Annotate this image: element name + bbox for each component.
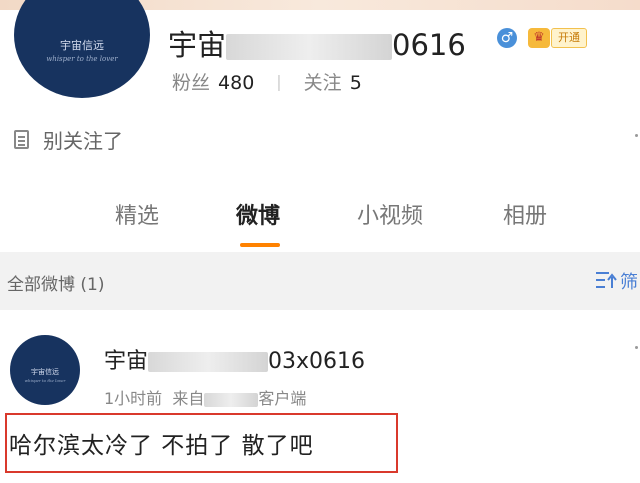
username-suffix: 0616	[392, 28, 466, 62]
vip-open-button[interactable]: ♛ 开通	[528, 27, 587, 49]
following-stat[interactable]: 关注 5	[304, 68, 362, 95]
tab-featured[interactable]: 精选	[115, 198, 159, 230]
post-time: 1小时前	[104, 389, 163, 408]
filter-bar: 全部微博 (1) 筛	[0, 252, 640, 310]
fans-label: 粉丝	[172, 72, 211, 94]
crown-icon: ♛	[528, 28, 550, 48]
post-avatar-sub-text: whisper to the lover	[24, 378, 66, 383]
document-icon	[14, 130, 29, 149]
post-author-name[interactable]: 宇宙 03x0616	[104, 343, 365, 375]
post-author-prefix: 宇宙	[104, 349, 149, 374]
tab-short-video[interactable]: 小视频	[357, 198, 423, 230]
post-source-suffix: 客户端	[258, 389, 307, 408]
post-source-blurred	[204, 392, 259, 407]
tab-weibo[interactable]: 微博	[236, 198, 280, 230]
post-avatar-brand-text: 宇宙信远	[31, 368, 59, 376]
male-icon: ♂	[497, 28, 517, 48]
following-label: 关注	[303, 72, 342, 94]
sort-filter-icon[interactable]	[595, 270, 617, 290]
post-source-prefix: 来自	[172, 389, 205, 408]
post-more-dot[interactable]	[635, 346, 638, 349]
more-dot	[635, 134, 638, 137]
vip-open-label: 开通	[551, 28, 587, 48]
stats-separator: |	[276, 72, 282, 91]
bio-text: 别关注了	[43, 129, 123, 153]
all-weibo-count[interactable]: 全部微博 (1)	[7, 270, 104, 295]
profile-username: 宇宙 0616	[168, 22, 466, 64]
fans-stat[interactable]: 粉丝 480	[172, 68, 254, 95]
profile-stats: 粉丝 480 | 关注 5	[172, 68, 362, 95]
following-count: 5	[349, 72, 362, 94]
post-author-avatar[interactable]: 宇宙信远 whisper to the lover	[10, 335, 80, 405]
profile-bio: 别关注了	[14, 125, 123, 154]
avatar-sub-text: whisper to the lover	[46, 55, 118, 63]
username-blurred	[226, 34, 393, 60]
profile-avatar[interactable]: 宇宙信远 whisper to the lover	[14, 0, 150, 98]
post-author-suffix: 03x0616	[268, 349, 366, 374]
fans-count: 480	[218, 72, 255, 94]
profile-tabs: 精选 微博 小视频 相册	[0, 198, 640, 248]
username-prefix: 宇宙	[168, 28, 227, 62]
tab-album[interactable]: 相册	[503, 198, 547, 230]
avatar-brand-text: 宇宙信远	[60, 39, 104, 52]
active-tab-indicator	[240, 243, 280, 247]
post-author-blurred	[148, 352, 269, 372]
post-meta: 1小时前 来自 客户端	[104, 385, 306, 409]
post-text[interactable]: 哈尔滨太冷了 不拍了 散了吧	[9, 426, 314, 460]
sort-filter-label[interactable]: 筛	[620, 268, 638, 294]
